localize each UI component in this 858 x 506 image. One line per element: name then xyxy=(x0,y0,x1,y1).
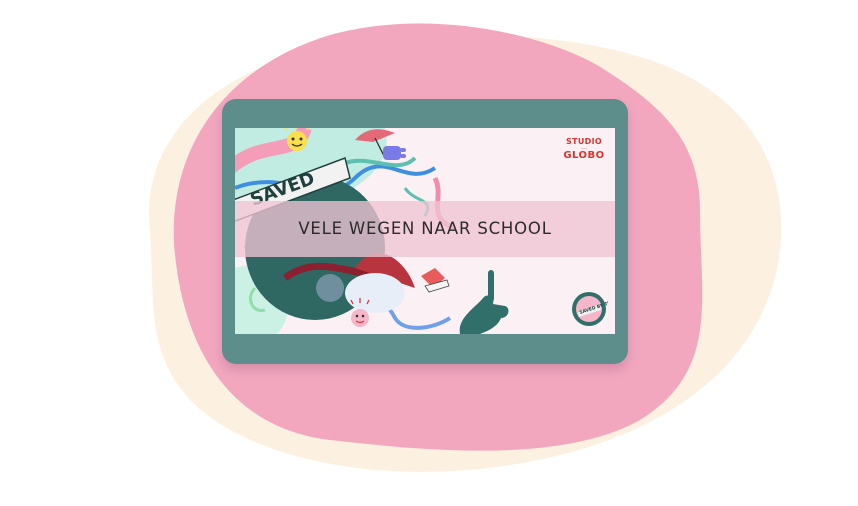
tablet-device: SAVED VELE WEGEN NAAR SCHOOL STUDIO ····… xyxy=(222,99,628,364)
video-title: VELE WEGEN NAAR SCHOOL xyxy=(298,219,552,238)
illustration-stage: SAVED VELE WEGEN NAAR SCHOOL STUDIO ····… xyxy=(0,0,858,506)
video-thumbnail[interactable]: SAVED VELE WEGEN NAAR SCHOOL STUDIO ····… xyxy=(235,128,615,334)
logo-line-1: STUDIO xyxy=(566,137,602,146)
title-band: VELE WEGEN NAAR SCHOOL xyxy=(235,201,615,257)
saved-by-the-bell-badge: SAVED BY THE BELL xyxy=(572,292,608,326)
logo-line-2: GLOBO xyxy=(563,150,605,161)
studio-globo-logo: STUDIO ····· GLOBO xyxy=(562,137,606,163)
